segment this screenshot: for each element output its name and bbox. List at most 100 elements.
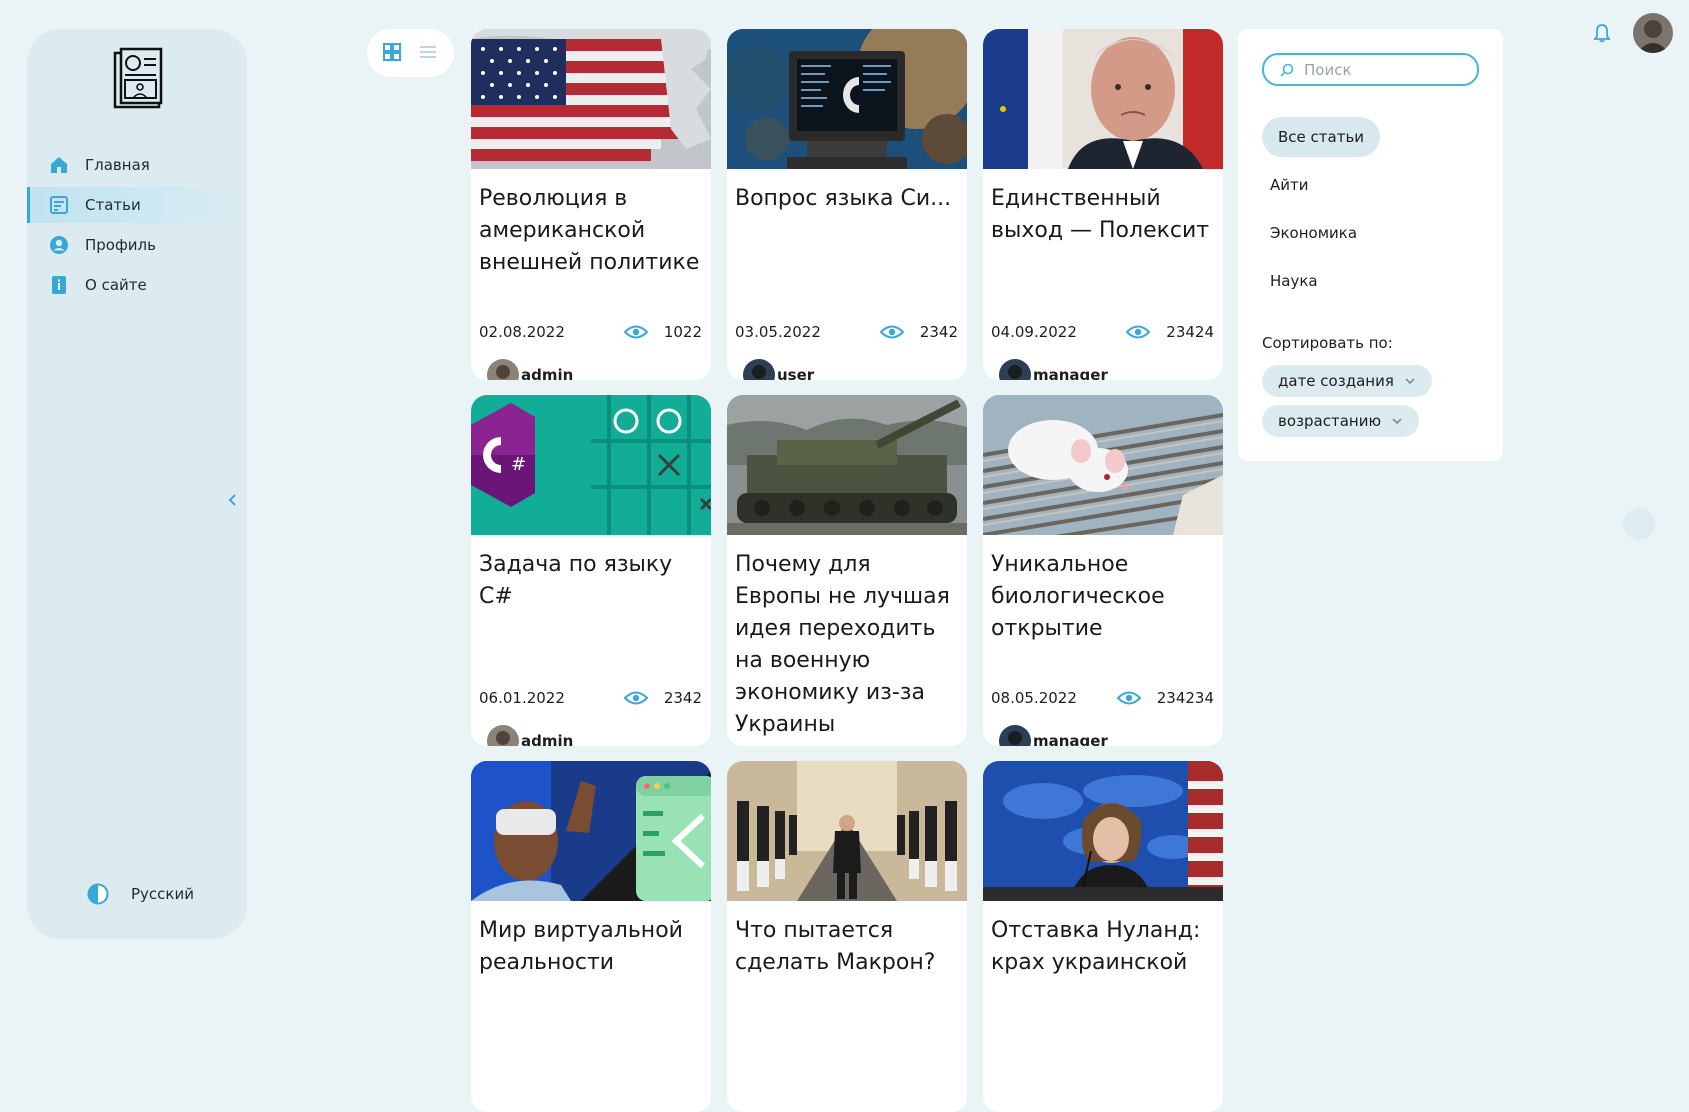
article-views: 2342 xyxy=(623,689,702,707)
tab-economy[interactable]: Экономика xyxy=(1262,213,1380,253)
article-title: Единственный выход — Полексит xyxy=(991,186,1210,243)
views-count: 1022 xyxy=(663,323,702,341)
article-date: 03.05.2022 xyxy=(735,323,821,341)
article-image-computer xyxy=(727,29,967,169)
tab-science[interactable]: Наука xyxy=(1262,261,1380,301)
nav-item-profile[interactable]: Профиль xyxy=(27,227,247,263)
article-card[interactable]: Революция в американской внешней политик… xyxy=(471,29,711,380)
info-icon xyxy=(49,275,69,295)
author-name: admin xyxy=(521,366,574,380)
article-card[interactable]: Мир виртуальной реальности xyxy=(471,761,711,1112)
article-card[interactable]: Уникальное биологическое открытие 08.05.… xyxy=(983,395,1223,746)
sort-field-value: дате создания xyxy=(1278,372,1394,390)
article-image-hall xyxy=(727,761,967,901)
nav-item-label: Статьи xyxy=(85,196,141,214)
article-title: Задача по языку C# xyxy=(479,552,673,609)
category-tabs: Все статьи Айти Экономика Наука xyxy=(1262,117,1381,309)
article-author[interactable]: user xyxy=(743,359,814,380)
search-input[interactable] xyxy=(1302,59,1466,80)
article-image-csharp: # xyxy=(471,395,711,535)
author-name: manager xyxy=(1033,732,1108,746)
article-image-briefing xyxy=(983,761,1223,901)
article-date: 02.08.2022 xyxy=(479,323,565,341)
nav-item-label: О сайте xyxy=(85,276,147,294)
article-card[interactable]: Вопрос языка Си... 03.05.2022 2342 user xyxy=(727,29,967,380)
article-views: 23424 xyxy=(1126,323,1214,341)
sidebar: Главная Статьи Профиль О сайте Русский xyxy=(27,29,247,939)
article-card[interactable]: Единственный выход — Полексит 04.09.2022… xyxy=(983,29,1223,380)
nav-item-articles[interactable]: Статьи xyxy=(27,187,247,223)
article-image-flag xyxy=(471,29,711,169)
scroll-to-top-button[interactable] xyxy=(1623,508,1655,540)
user-avatar[interactable] xyxy=(1633,13,1673,53)
nav-item-label: Профиль xyxy=(85,236,156,254)
article-image-politician xyxy=(983,29,1223,169)
filters-panel: Все статьи Айти Экономика Наука Сортиров… xyxy=(1238,29,1503,461)
sidebar-footer: Русский xyxy=(87,883,194,905)
home-icon xyxy=(49,155,69,175)
article-date: 04.09.2022 xyxy=(991,323,1077,341)
article-card[interactable]: Отставка Нуланд: крах украинской xyxy=(983,761,1223,1112)
sort-label: Сортировать по: xyxy=(1262,334,1393,352)
search-field[interactable] xyxy=(1262,53,1479,86)
avatar xyxy=(999,725,1031,746)
article-views: 234234 xyxy=(1116,689,1214,707)
article-views: 1022 xyxy=(623,323,702,341)
article-card[interactable]: Что пытается сделать Макрон? xyxy=(727,761,967,1112)
tab-all[interactable]: Все статьи xyxy=(1262,117,1381,157)
article-author[interactable]: manager xyxy=(999,359,1108,380)
sort-order-select[interactable]: возрастанию xyxy=(1262,405,1420,437)
grid-view-icon[interactable] xyxy=(382,42,404,64)
avatar xyxy=(743,359,775,380)
article-date: 08.05.2022 xyxy=(991,689,1077,707)
article-author[interactable]: manager xyxy=(999,725,1108,746)
list-view-icon[interactable] xyxy=(418,42,440,64)
author-name: admin xyxy=(521,732,574,746)
svg-text:#: # xyxy=(511,454,526,475)
views-count: 2342 xyxy=(663,689,702,707)
nav-item-about[interactable]: О сайте xyxy=(27,267,247,303)
article-title: Уникальное биологическое открытие xyxy=(991,552,1165,641)
newspaper-icon[interactable] xyxy=(111,47,167,111)
chevron-down-icon xyxy=(1391,415,1403,427)
view-toggle xyxy=(367,29,454,77)
article-image-vr xyxy=(471,761,711,901)
article-title: Почему для Европы не лучшая идея переход… xyxy=(735,552,950,737)
author-name: manager xyxy=(1033,366,1108,380)
sort-order-value: возрастанию xyxy=(1278,412,1382,430)
article-title: Что пытается сделать Макрон? xyxy=(735,918,936,975)
tab-it[interactable]: Айти xyxy=(1262,165,1380,205)
eye-icon xyxy=(623,690,648,706)
bell-icon[interactable] xyxy=(1591,22,1613,44)
views-count: 234234 xyxy=(1156,689,1214,707)
language-switcher[interactable]: Русский xyxy=(131,885,194,903)
chevron-left-icon xyxy=(227,492,239,511)
profile-icon xyxy=(49,235,69,255)
sort-field-select[interactable]: дате создания xyxy=(1262,365,1432,397)
views-count: 2342 xyxy=(919,323,958,341)
chevron-down-icon xyxy=(1404,375,1416,387)
article-title: Отставка Нуланд: крах украинской xyxy=(991,918,1201,975)
nav-item-home[interactable]: Главная xyxy=(27,147,247,183)
article-views: 2342 xyxy=(879,323,958,341)
eye-icon xyxy=(1126,324,1151,340)
collapse-sidebar-button[interactable] xyxy=(223,491,243,511)
search-icon xyxy=(1280,63,1294,77)
article-title: Вопрос языка Си... xyxy=(735,186,952,211)
eye-icon xyxy=(879,324,904,340)
article-card[interactable]: # Задача по языку C# 06.01.2022 2342 adm… xyxy=(471,395,711,746)
main-nav: Главная Статьи Профиль О сайте xyxy=(27,147,247,307)
eye-icon xyxy=(623,324,648,340)
theme-toggle-icon[interactable] xyxy=(87,883,109,905)
article-image-tank xyxy=(727,395,967,535)
eye-icon xyxy=(1116,690,1141,706)
avatar xyxy=(999,359,1031,380)
article-image-mouse xyxy=(983,395,1223,547)
article-author[interactable]: admin xyxy=(487,359,573,380)
author-name: user xyxy=(777,366,815,380)
article-author[interactable]: admin xyxy=(487,725,573,746)
articles-icon xyxy=(49,195,69,215)
nav-item-label: Главная xyxy=(85,156,150,174)
article-title: Революция в американской внешней политик… xyxy=(479,186,700,275)
article-card[interactable]: Почему для Европы не лучшая идея переход… xyxy=(727,395,967,746)
